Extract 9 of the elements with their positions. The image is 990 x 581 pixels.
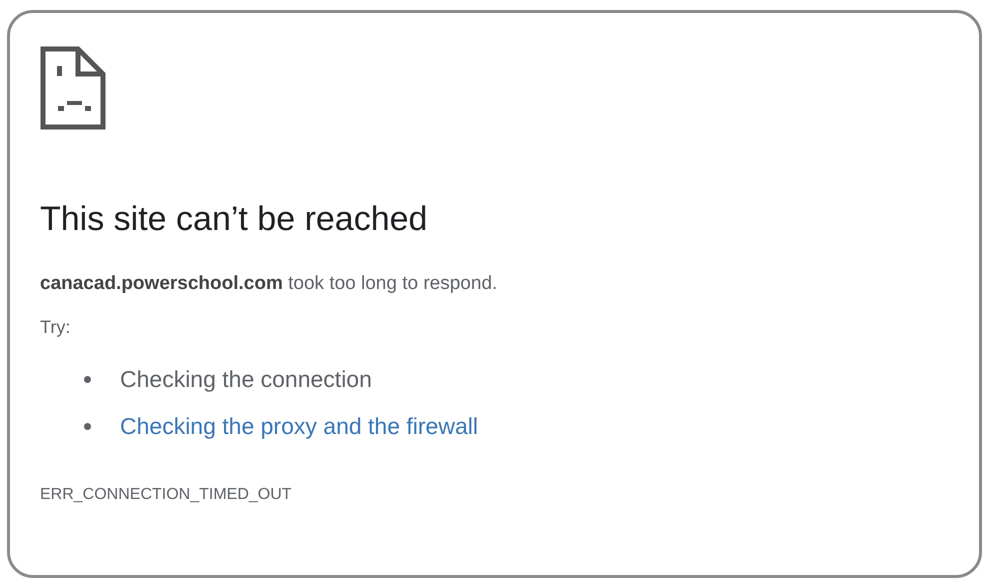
bullet-icon [84,423,91,430]
suggestion-text: Checking the connection [120,366,372,393]
sad-page-icon [40,46,106,130]
suggestion-link[interactable]: Checking the proxy and the firewall [120,413,478,440]
try-label: Try: [40,317,72,338]
error-title: This site can’t be reached [40,200,428,239]
error-code: ERR_CONNECTION_TIMED_OUT [40,486,293,504]
bullet-icon [84,376,91,383]
error-message: canacad.powerschool.com took too long to respond. [40,273,498,295]
